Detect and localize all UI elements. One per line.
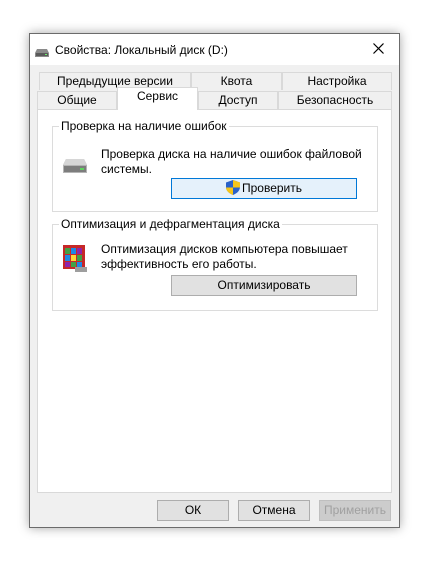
optimize-title: Оптимизация и дефрагментация диска xyxy=(59,217,282,231)
tab-customize[interactable]: Настройка xyxy=(282,72,392,90)
ok-button[interactable]: ОК xyxy=(157,500,229,521)
optimize-group: Оптимизация и дефрагментация диска Оптим… xyxy=(52,217,378,311)
check-button[interactable]: Проверить xyxy=(171,178,357,199)
defrag-icon xyxy=(61,243,89,276)
cancel-button[interactable]: Отмена xyxy=(238,500,310,521)
drive-icon xyxy=(63,159,87,176)
tab-general[interactable]: Общие xyxy=(37,91,117,109)
check-button-label: Проверить xyxy=(241,181,302,195)
error-check-description: Проверка диска на наличие ошибок файлово… xyxy=(101,147,362,176)
properties-dialog: Свойства: Локальный диск (D:) Предыдущие… xyxy=(29,33,400,528)
apply-button[interactable]: Применить xyxy=(319,500,391,521)
error-check-group: Проверка на наличие ошибок Проверка диск… xyxy=(52,119,378,212)
tab-quota[interactable]: Квота xyxy=(191,72,282,90)
tab-content-tools: Проверка на наличие ошибок Проверка диск… xyxy=(37,109,392,493)
tab-sharing[interactable]: Доступ xyxy=(198,91,278,109)
optimize-button[interactable]: Оптимизировать xyxy=(171,275,357,296)
tab-tools[interactable]: Сервис xyxy=(117,87,198,110)
uac-shield-icon xyxy=(225,180,240,201)
title-bar: Свойства: Локальный диск (D:) xyxy=(30,34,399,65)
error-check-title: Проверка на наличие ошибок xyxy=(59,119,229,133)
close-icon xyxy=(373,43,384,54)
drive-icon xyxy=(35,46,49,57)
optimize-description: Оптимизация дисков компьютера повышает э… xyxy=(101,242,348,271)
window-title: Свойства: Локальный диск (D:) xyxy=(55,43,228,57)
tab-security[interactable]: Безопасность xyxy=(278,91,392,109)
close-button[interactable] xyxy=(359,34,399,64)
